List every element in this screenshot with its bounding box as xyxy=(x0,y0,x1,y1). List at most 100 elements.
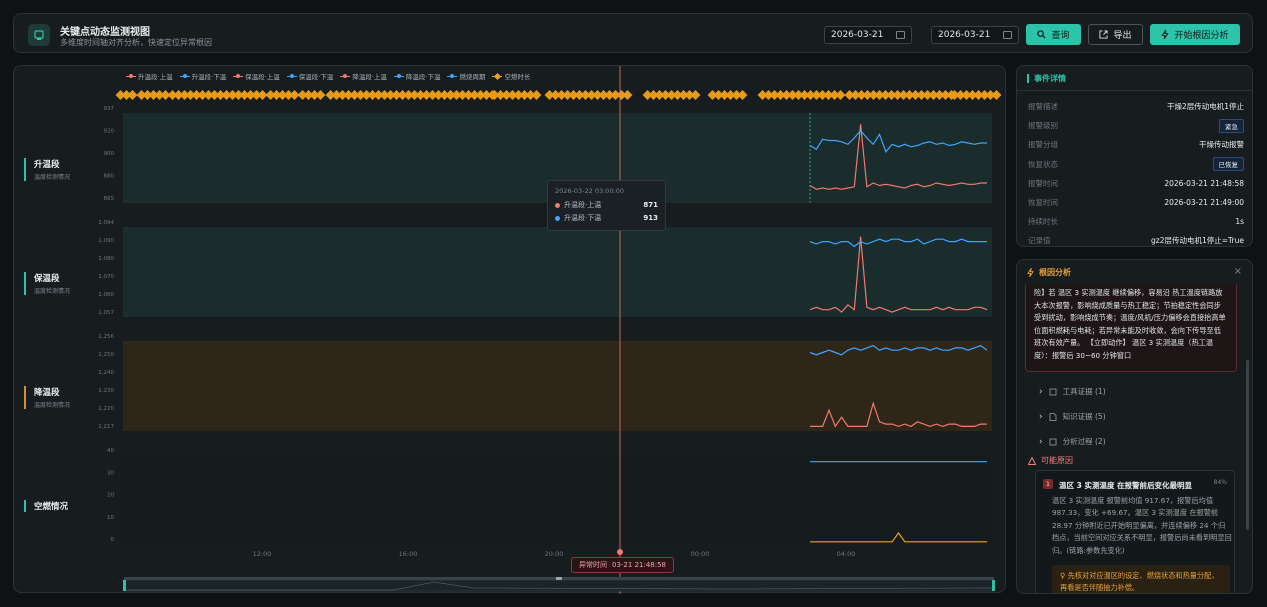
event-details-panel: 事件详情 报警描述 干燥2层传动电机1停止 报警级别 紧急报警分组 干燥传动报警 恢复状态… xyxy=(1016,65,1253,247)
timeline-chart[interactable]: 937 920 900 880 865 1,094 1,090 1,080 1,070 1,060… xyxy=(14,66,1007,594)
tooltip-value: 871 xyxy=(643,201,658,209)
rca-title: 根因分析 xyxy=(1039,268,1071,277)
plot-area xyxy=(123,455,992,544)
export-label: 导出 xyxy=(1113,31,1132,41)
cause-advice-text: 先核对对应温区的设定、燃烧状态和热量分配，再看是否伴随抽力补偿。 xyxy=(1060,571,1219,592)
event-marker xyxy=(835,90,846,100)
y-tick-label: 900 xyxy=(104,151,115,157)
scrollbar[interactable] xyxy=(1246,360,1249,530)
y-tick-label: 865 xyxy=(104,196,115,202)
accent-bar xyxy=(1027,73,1029,83)
cause-advice: ♀ 先核对对应温区的设定、燃烧状态和热量分配，再看是否伴随抽力补偿。 xyxy=(1052,565,1230,593)
event-details-header: 事件详情 xyxy=(1017,66,1252,91)
y-tick-label: 10 xyxy=(107,515,114,521)
anomaly-time-tag: 异常时间 03-21 21:48:58 xyxy=(571,557,675,573)
event-marker xyxy=(622,90,633,100)
brush-drag-handle xyxy=(556,577,562,580)
date-from-value: 2026-03-21 xyxy=(831,30,884,40)
section-label: 知识证据 (5) xyxy=(1062,412,1106,421)
tool-evidence-toggle[interactable]: › 工具证据 (1) xyxy=(1039,386,1106,397)
close-icon[interactable]: × xyxy=(1234,266,1242,277)
lightning-icon xyxy=(1161,30,1170,39)
tooltip-row: 升温段·上温 871 xyxy=(555,200,658,210)
cause-card[interactable]: 1 温区 3 实测温度 在报警前后变化最明显 84% 温区 3 实测温度 报警前… xyxy=(1035,470,1235,593)
event-field-row: 恢复时间 2026-03-21 21:49:00 xyxy=(1028,196,1244,209)
event-field-row: 持续时长 1s xyxy=(1028,215,1244,228)
y-tick-label: 920 xyxy=(104,129,115,135)
cause-description: 温区 3 实测温度 报警前均值 917.67，报警后均值 987.33，变化 +… xyxy=(1052,496,1232,555)
export-button[interactable]: 导出 xyxy=(1088,24,1143,45)
cause-title: 温区 3 实测温度 在报警前后变化最明显 xyxy=(1059,481,1193,490)
date-to-field[interactable]: 2026-03-21 xyxy=(931,26,1019,44)
brush-right-handle xyxy=(992,580,995,591)
x-tick-label: 20:00 xyxy=(545,550,564,558)
section-label: 工具证据 (1) xyxy=(1062,387,1106,396)
tooltip-row: 升温段·下温 913 xyxy=(555,213,658,223)
chevron-right-icon: › xyxy=(1039,386,1043,397)
status-badge: 已恢复 xyxy=(1212,157,1244,172)
event-marker xyxy=(531,90,542,100)
event-marker xyxy=(991,90,1002,100)
y-tick-label: 30 xyxy=(107,470,114,476)
field-key: 报警时间 xyxy=(1028,178,1058,188)
y-tick-label: 1,230 xyxy=(98,388,114,394)
header-bar: 关键点动态监测视图 多维度时间轴对齐分析，快速定位异常根因 2026-03-21… xyxy=(13,13,1253,53)
field-key: 恢复时间 xyxy=(1028,198,1058,207)
x-tick-label: 04:00 xyxy=(837,550,856,558)
y-tick-label: 1,080 xyxy=(98,256,114,262)
series-dot xyxy=(555,202,560,208)
y-tick-label: 1,250 xyxy=(98,352,114,358)
event-field-row: 报警分组 干燥传动报警 xyxy=(1028,138,1244,151)
chevron-right-icon: › xyxy=(1039,411,1043,422)
plot-area xyxy=(123,341,992,431)
date-to-value: 2026-03-21 xyxy=(938,30,991,40)
anomaly-time: 03-21 21:48:58 xyxy=(612,561,667,569)
y-tick-label: 1,217 xyxy=(98,424,114,430)
calendar-icon xyxy=(896,31,905,39)
analysis-process-toggle[interactable]: › 分析过程 (2) xyxy=(1039,436,1106,447)
tooltip-series-name: 升温段·下温 xyxy=(564,214,602,222)
root-cause-panel: 根因分析 × 险】若 温区 3 实测温度 继续偏移，容易沿 热工温度链路放大本次… xyxy=(1016,259,1253,594)
field-value: 2026-03-21 21:49:00 xyxy=(1164,198,1244,207)
document-icon xyxy=(1049,412,1057,421)
field-key: 报警级别 xyxy=(1028,121,1058,131)
start-rca-label: 开始根因分析 xyxy=(1174,31,1229,41)
y-tick-label: 1,090 xyxy=(98,238,114,244)
anomaly-label: 异常时间 xyxy=(579,561,607,569)
field-key: 恢复状态 xyxy=(1028,159,1058,169)
field-value: gz2层传动电机1停止=True xyxy=(1151,236,1244,246)
y-tick-label: 1,060 xyxy=(98,292,114,298)
plot-area xyxy=(123,227,992,317)
alert-icon xyxy=(1028,456,1036,465)
x-tick-label: 00:00 xyxy=(691,550,710,558)
status-badge: 紧急 xyxy=(1219,118,1244,133)
x-tick-label: 12:00 xyxy=(253,550,272,558)
event-marker xyxy=(690,90,701,100)
series-dot xyxy=(555,215,560,221)
knowledge-evidence-toggle[interactable]: › 知识证据 (5) xyxy=(1039,411,1106,422)
event-field-row: 报警描述 干燥2层传动电机1停止 xyxy=(1028,100,1244,113)
event-details-title: 事件详情 xyxy=(1034,73,1066,83)
field-key: 持续时长 xyxy=(1028,217,1058,227)
query-button[interactable]: 查询 xyxy=(1026,24,1081,45)
event-marker xyxy=(315,90,326,100)
risk-summary-text: 险】若 温区 3 实测温度 继续偏移，容易沿 热工温度链路放大本次报警，影响烧成… xyxy=(1025,284,1237,372)
event-field-row: 恢复状态 已恢复 xyxy=(1028,157,1244,172)
field-key: 记录值 xyxy=(1028,236,1051,246)
tooltip-time: 2026-03-22 03:00:00 xyxy=(555,187,625,195)
chart-tooltip: 2026-03-22 03:00:00 升温段·上温 871 升温段·下温 91… xyxy=(547,180,666,231)
field-value: 2026-03-21 21:48:58 xyxy=(1164,178,1244,188)
y-tick-label: 20 xyxy=(107,493,114,499)
field-value: 1s xyxy=(1235,217,1244,227)
export-icon xyxy=(1099,30,1109,39)
date-from-field[interactable]: 2026-03-21 xyxy=(824,26,912,44)
page-title: 关键点动态监测视图 xyxy=(60,27,150,38)
section-label: 分析过程 (2) xyxy=(1062,437,1106,446)
start-rca-button[interactable]: 开始根因分析 xyxy=(1150,24,1240,45)
lightbulb-icon: ♀ xyxy=(1060,571,1068,580)
chart-panel: 升温段·上温 升温段·下温 保温段·上温 保温段·下温 降温段·上温 降温段·下温 燃烧周期… xyxy=(13,65,1007,594)
event-field-row: 报警级别 紧急 xyxy=(1028,118,1244,133)
calendar-icon xyxy=(1003,31,1012,39)
event-marker xyxy=(737,90,748,100)
query-label: 查询 xyxy=(1051,31,1070,41)
